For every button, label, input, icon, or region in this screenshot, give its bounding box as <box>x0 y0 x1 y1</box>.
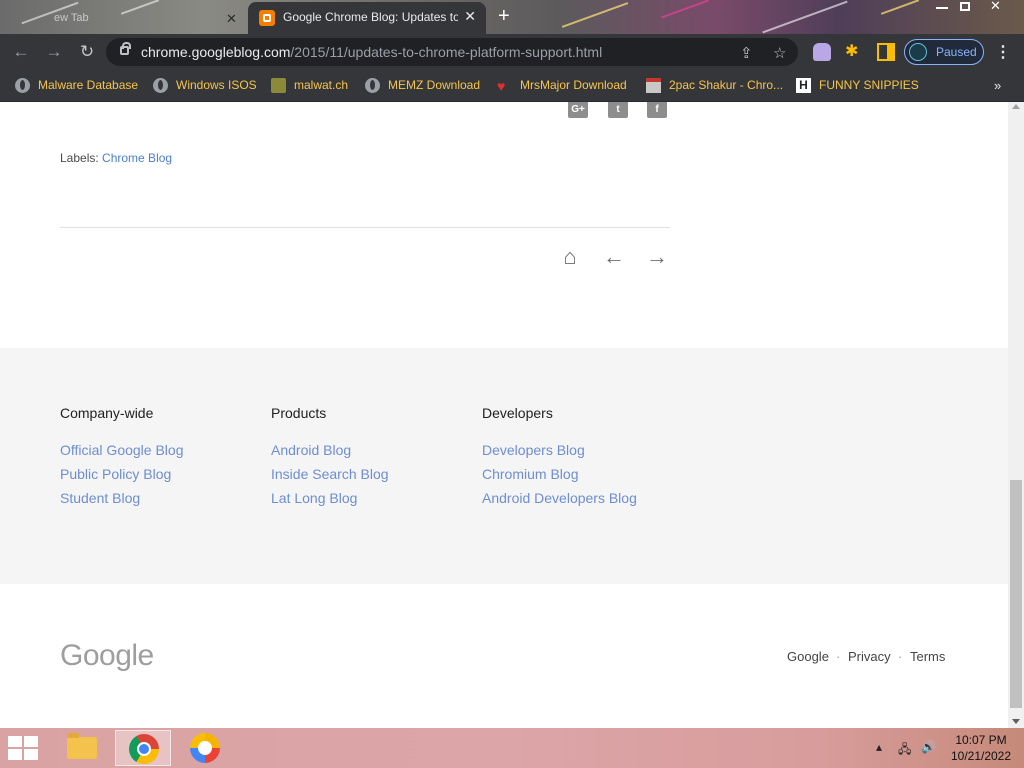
site-icon <box>646 78 661 93</box>
url-text[interactable]: chrome.googleblog.com/2015/11/updates-to… <box>141 44 602 60</box>
next-post-arrow-icon[interactable]: → <box>645 245 669 269</box>
footer-link[interactable]: Android Blog <box>271 438 389 462</box>
tab-title: ew Tab <box>54 12 89 24</box>
bookmarks-overflow-icon[interactable]: » <box>994 78 1001 93</box>
reload-icon[interactable]: ↻ <box>75 40 99 64</box>
column-heading: Company-wide <box>60 405 154 421</box>
page-footer: Google Google · Privacy · Terms <box>0 584 1008 728</box>
folder-icon <box>67 733 97 759</box>
page-scrollbar[interactable] <box>1008 102 1024 728</box>
avatar <box>909 43 927 61</box>
facebook-share-icon[interactable]: f <box>647 102 667 118</box>
kebab-menu-icon[interactable]: ⋮ <box>995 42 1011 62</box>
bookmarks-bar: Malware Database Windows ISOS malwat.ch … <box>0 70 1024 102</box>
page-content: G+ t f Labels: Chrome Blog ⌂ ← → Company… <box>0 102 1008 728</box>
footer-link[interactable]: Lat Long Blog <box>271 486 389 510</box>
column-heading: Products <box>271 405 327 421</box>
forward-arrow-icon[interactable]: → <box>42 40 66 64</box>
app-icon <box>190 733 220 763</box>
site-icon <box>271 78 286 93</box>
footer-link[interactable]: Chromium Blog <box>482 462 637 486</box>
tab-new-tab[interactable]: ew Tab ✕ <box>0 4 246 34</box>
lock-icon[interactable] <box>120 42 131 55</box>
clock-time: 10:07 PM <box>955 733 1007 747</box>
footer-link-terms[interactable]: Terms <box>910 649 945 664</box>
footer-blog-directory: Company-wide Official Google Blog Public… <box>0 348 1008 584</box>
profile-status-label: Paused <box>936 45 977 59</box>
labels-prefix: Labels: <box>60 151 99 165</box>
footer-link[interactable]: Student Blog <box>60 486 183 510</box>
scroll-up-arrow-icon[interactable] <box>1012 104 1020 109</box>
footer-link-google[interactable]: Google <box>787 649 829 664</box>
divider <box>60 227 670 228</box>
column-heading: Developers <box>482 405 553 421</box>
restore-icon[interactable] <box>954 0 978 14</box>
minimize-icon[interactable] <box>930 0 954 14</box>
separator: · <box>836 649 841 664</box>
file-explorer-taskbar-button[interactable] <box>53 730 109 766</box>
footer-link[interactable]: Android Developers Blog <box>482 486 637 510</box>
network-icon[interactable]: 🖧 <box>898 740 911 761</box>
footer-link-privacy[interactable]: Privacy <box>848 649 891 664</box>
clock-date: 10/21/2022 <box>950 749 1012 763</box>
globe-icon <box>365 78 380 93</box>
screen: ew Tab ✕ Google Chrome Blog: Updates to … <box>0 0 1024 768</box>
globe-icon <box>15 78 30 93</box>
footer-column-company-wide: Company-wide Official Google Blog Public… <box>60 405 183 510</box>
blogger-icon <box>259 10 275 26</box>
google-logo[interactable]: Google <box>60 639 154 673</box>
system-clock[interactable]: 10:07 PM 10/21/2022 <box>946 732 1016 764</box>
volume-icon[interactable]: 🔊 <box>921 740 936 754</box>
new-tab-plus-icon[interactable]: + <box>498 5 510 28</box>
windows-start-icon[interactable] <box>8 736 38 760</box>
post-labels: Labels: Chrome Blog <box>60 151 172 165</box>
share-icon[interactable]: ⇪ <box>740 44 753 62</box>
previous-post-arrow-icon[interactable]: ← <box>602 245 626 269</box>
window-close-icon[interactable]: ✕ <box>984 0 1008 14</box>
address-bar[interactable]: chrome.googleblog.com/2015/11/updates-to… <box>106 38 798 66</box>
extensions-puzzle-icon[interactable]: ✱ <box>845 41 863 60</box>
footer-column-developers: Developers Developers Blog Chromium Blog… <box>482 405 637 510</box>
footer-column-products: Products Android Blog Inside Search Blog… <box>271 405 389 510</box>
globe-icon <box>153 78 168 93</box>
heart-icon: ♥ <box>497 78 506 94</box>
windows-taskbar: ▴ 🖧 🔊 10:07 PM 10/21/2022 <box>0 728 1024 768</box>
chrome-icon <box>129 734 159 764</box>
label-link-chrome-blog[interactable]: Chrome Blog <box>102 151 172 165</box>
back-arrow-icon[interactable]: ← <box>9 40 33 64</box>
show-hidden-icons-chevron-icon[interactable]: ▴ <box>876 740 882 754</box>
footer-link[interactable]: Public Policy Blog <box>60 462 183 486</box>
scrollbar-thumb[interactable] <box>1010 480 1022 708</box>
footer-link[interactable]: Developers Blog <box>482 438 637 462</box>
separator: · <box>898 649 903 664</box>
browser-toolbar: ← → ↻ chrome.googleblog.com/2015/11/upda… <box>0 34 1024 70</box>
ghost-extension-icon[interactable] <box>813 43 831 61</box>
chrome-taskbar-button[interactable] <box>115 730 171 766</box>
close-icon[interactable]: ✕ <box>226 11 237 27</box>
footer-link[interactable]: Official Google Blog <box>60 438 183 462</box>
footer-link[interactable]: Inside Search Blog <box>271 462 389 486</box>
tab-title: Google Chrome Blog: Updates to <box>283 10 458 24</box>
close-icon[interactable]: ✕ <box>464 8 476 25</box>
google-plus-share-icon[interactable]: G+ <box>568 102 588 118</box>
side-panel-icon[interactable] <box>877 43 895 61</box>
bookmark-star-icon[interactable]: ☆ <box>773 44 786 62</box>
twitter-share-icon[interactable]: t <box>608 102 628 118</box>
profile-paused-button[interactable]: Paused <box>904 39 984 65</box>
tab-strip: ew Tab ✕ Google Chrome Blog: Updates to … <box>0 0 1024 34</box>
app-taskbar-button[interactable] <box>177 730 233 766</box>
scroll-down-arrow-icon[interactable] <box>1012 719 1020 724</box>
home-icon[interactable]: ⌂ <box>558 245 582 269</box>
tab-chrome-blog[interactable]: Google Chrome Blog: Updates to ✕ <box>248 2 486 34</box>
h-icon: H <box>796 78 811 93</box>
